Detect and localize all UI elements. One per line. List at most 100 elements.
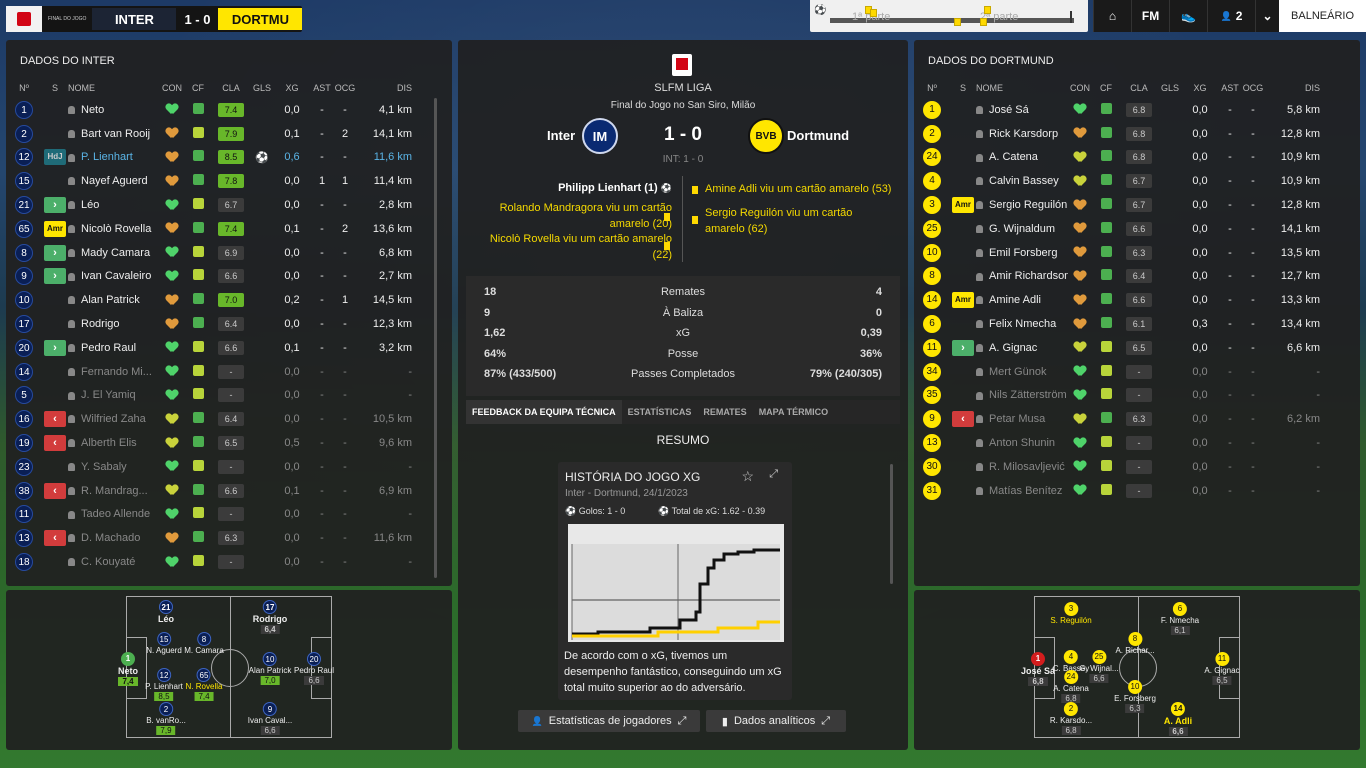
- player-row[interactable]: 15 Nayef Aguerd 7.8 0,0 1 1 11,4 km: [6, 169, 452, 193]
- player-name[interactable]: Anton Shunin: [989, 437, 1055, 449]
- pitch-player[interactable]: 17 Rodrigo 6,4: [253, 600, 287, 634]
- col-name[interactable]: NOME: [976, 83, 1068, 93]
- people-button[interactable]: 👤 2: [1207, 0, 1255, 32]
- player-name[interactable]: A. Catena: [989, 151, 1038, 163]
- player-row[interactable]: 65 Amr Nicolò Rovella 7.4 0,1 - 2 13,6 km: [6, 217, 452, 241]
- pitch-player[interactable]: 12 P. Lienhart 8,5: [145, 668, 183, 701]
- player-row[interactable]: 31 Matías Benítez - 0,0 - - -: [914, 479, 1360, 503]
- player-name[interactable]: G. Wijnaldum: [989, 223, 1055, 235]
- pitch-player[interactable]: 6 F. Nmecha 6,1: [1161, 602, 1199, 635]
- player-row[interactable]: 5 J. El Yamiq - 0,0 - - -: [6, 384, 452, 408]
- event-marker-card[interactable]: [870, 9, 877, 17]
- col-name[interactable]: NOME: [68, 83, 160, 93]
- boot-icon[interactable]: 👟: [1169, 0, 1207, 32]
- player-name[interactable]: Léo: [81, 199, 99, 211]
- card-event[interactable]: Nicolò Rovella viu um cartão amarelo (22…: [472, 231, 672, 263]
- player-name[interactable]: Wilfried Zaha: [81, 413, 146, 425]
- player-name[interactable]: Bart van Rooij: [81, 128, 150, 140]
- player-row[interactable]: 17 Rodrigo 6.4 0,0 - - 12,3 km: [6, 312, 452, 336]
- col-no[interactable]: Nº: [6, 83, 42, 93]
- expand-icon[interactable]: ⤢: [769, 468, 778, 481]
- player-row[interactable]: 6 Felix Nmecha 6.1 0,3 - - 13,4 km: [914, 312, 1360, 336]
- player-row[interactable]: 1 Neto 7.4 0,0 - - 4,1 km: [6, 98, 452, 122]
- player-row[interactable]: 2 Bart van Rooij 7.9 0,1 - 2 14,1 km: [6, 122, 452, 146]
- card-event[interactable]: Amine Adli viu um cartão amarelo (53): [705, 183, 891, 195]
- tab-feedback[interactable]: FEEDBACK DA EQUIPA TÉCNICA: [466, 400, 622, 424]
- col-gls[interactable]: GLS: [250, 83, 274, 93]
- player-row[interactable]: 34 Mert Günok - 0,0 - - -: [914, 360, 1360, 384]
- col-ocg[interactable]: OCG: [1242, 83, 1264, 93]
- scoreboard[interactable]: FINAL DO JOGO INTER 1 - 0 DORTMU: [6, 6, 303, 32]
- player-name[interactable]: Ivan Cavaleiro: [81, 270, 151, 282]
- player-row[interactable]: 19 ‹ Alberth Elis 6.5 0,5 - - 9,6 km: [6, 431, 452, 455]
- player-name[interactable]: Fernando Mi...: [81, 366, 152, 378]
- pitch-player[interactable]: 21 Léo: [158, 600, 174, 624]
- player-name[interactable]: Amine Adli: [989, 294, 1041, 306]
- chevron-down-icon[interactable]: ⌄: [1255, 0, 1279, 32]
- event-marker-card[interactable]: [954, 18, 961, 26]
- player-row[interactable]: 23 Y. Sabaly - 0,0 - - -: [6, 455, 452, 479]
- player-row[interactable]: 16 ‹ Wilfried Zaha 6.4 0,0 - - 10,5 km: [6, 407, 452, 431]
- dressing-room-button[interactable]: BALNEÁRIO: [1279, 0, 1366, 32]
- pitch-player[interactable]: 1 Neto 7,4: [118, 652, 138, 686]
- card-event[interactable]: Sergio Reguilón viu um cartão amarelo (6…: [705, 205, 885, 237]
- player-name[interactable]: R. Milosavljević: [989, 461, 1065, 473]
- col-dis[interactable]: DIS: [1264, 83, 1320, 93]
- player-row[interactable]: 10 Emil Forsberg 6.3 0,0 - - 13,5 km: [914, 241, 1360, 265]
- player-name[interactable]: P. Lienhart: [81, 151, 133, 163]
- pitch-player[interactable]: 65 N. Rovella 7,4: [186, 668, 222, 701]
- col-cla[interactable]: CLA: [1120, 83, 1158, 93]
- player-row[interactable]: 1 José Sá 6.8 0,0 - - 5,8 km: [914, 98, 1360, 122]
- tab-shots[interactable]: REMATES: [697, 407, 752, 417]
- player-name[interactable]: Pedro Raul: [81, 342, 136, 354]
- player-row[interactable]: 14 Fernando Mi... - 0,0 - - -: [6, 360, 452, 384]
- card-event[interactable]: Rolando Mandragora viu um cartão amarelo…: [472, 200, 672, 232]
- player-name[interactable]: Rodrigo: [81, 318, 120, 330]
- home-icon[interactable]: ⌂: [1093, 0, 1131, 32]
- pitch-player[interactable]: 25 G. Wijnal... 6,6: [1079, 650, 1119, 683]
- pitch-player[interactable]: 10 Alan Patrick 7,0: [249, 652, 291, 685]
- event-marker-card[interactable]: [980, 18, 987, 26]
- pitch-player[interactable]: 8 A. Richar...: [1115, 632, 1155, 655]
- center-scrollbar[interactable]: [890, 464, 893, 584]
- player-name[interactable]: Sergio Reguilón: [989, 199, 1067, 211]
- player-row[interactable]: 9 ‹ Petar Musa 6.3 0,0 - - 6,2 km: [914, 407, 1360, 431]
- player-name[interactable]: Amir Richardson: [989, 270, 1068, 282]
- col-xg[interactable]: XG: [1182, 83, 1218, 93]
- col-cla[interactable]: CLA: [212, 83, 250, 93]
- pitch-player[interactable]: 2 R. Karsdo... 6,8: [1050, 702, 1092, 735]
- player-row[interactable]: 20 › Pedro Raul 6.6 0,1 - - 3,2 km: [6, 336, 452, 360]
- player-name[interactable]: Felix Nmecha: [989, 318, 1056, 330]
- player-name[interactable]: A. Gignac: [989, 342, 1037, 354]
- col-ast[interactable]: AST: [310, 83, 334, 93]
- col-cf[interactable]: CF: [1092, 83, 1120, 93]
- player-row[interactable]: 25 G. Wijnaldum 6.6 0,0 - - 14,1 km: [914, 217, 1360, 241]
- player-row[interactable]: 30 R. Milosavljević - 0,0 - - -: [914, 455, 1360, 479]
- player-name[interactable]: Nicolò Rovella: [81, 223, 151, 235]
- player-row[interactable]: 21 › Léo 6.7 0,0 - - 2,8 km: [6, 193, 452, 217]
- player-row[interactable]: 24 A. Catena 6.8 0,0 - - 10,9 km: [914, 146, 1360, 170]
- inter-scrollbar[interactable]: [434, 98, 437, 578]
- tab-heatmap[interactable]: MAPA TÉRMICO: [753, 407, 835, 417]
- tab-statistics[interactable]: ESTATÍSTICAS: [622, 407, 698, 417]
- col-xg[interactable]: XG: [274, 83, 310, 93]
- pitch-player[interactable]: 8 M. Camara: [184, 632, 224, 655]
- player-name[interactable]: Neto: [81, 104, 104, 116]
- col-con[interactable]: CON: [160, 83, 184, 93]
- event-marker-card[interactable]: [984, 6, 991, 14]
- player-name[interactable]: Rick Karsdorp: [989, 128, 1058, 140]
- player-name[interactable]: Petar Musa: [989, 413, 1045, 425]
- player-name[interactable]: Calvin Bassey: [989, 175, 1059, 187]
- xg-story-card[interactable]: HISTÓRIA DO JOGO XG ☆ ⤢ Inter - Dortmund…: [558, 462, 792, 700]
- player-row[interactable]: 11 Tadeo Allende - 0,0 - - -: [6, 503, 452, 527]
- player-name[interactable]: José Sá: [989, 104, 1029, 116]
- player-name[interactable]: J. El Yamiq: [81, 389, 136, 401]
- player-row[interactable]: 2 Rick Karsdorp 6.8 0,0 - - 12,8 km: [914, 122, 1360, 146]
- player-row[interactable]: 13 Anton Shunin - 0,0 - - -: [914, 431, 1360, 455]
- pitch-player[interactable]: 2 B. vanRo... 7,9: [146, 702, 186, 735]
- pitch-player[interactable]: 15 N. Aguerd: [146, 632, 182, 655]
- player-name[interactable]: Tadeo Allende: [81, 508, 150, 520]
- player-name[interactable]: Alberth Elis: [81, 437, 137, 449]
- pitch-player[interactable]: 20 Pedro Raul 6,6: [294, 652, 334, 685]
- player-row[interactable]: 18 C. Kouyaté - 0,0 - - -: [6, 550, 452, 574]
